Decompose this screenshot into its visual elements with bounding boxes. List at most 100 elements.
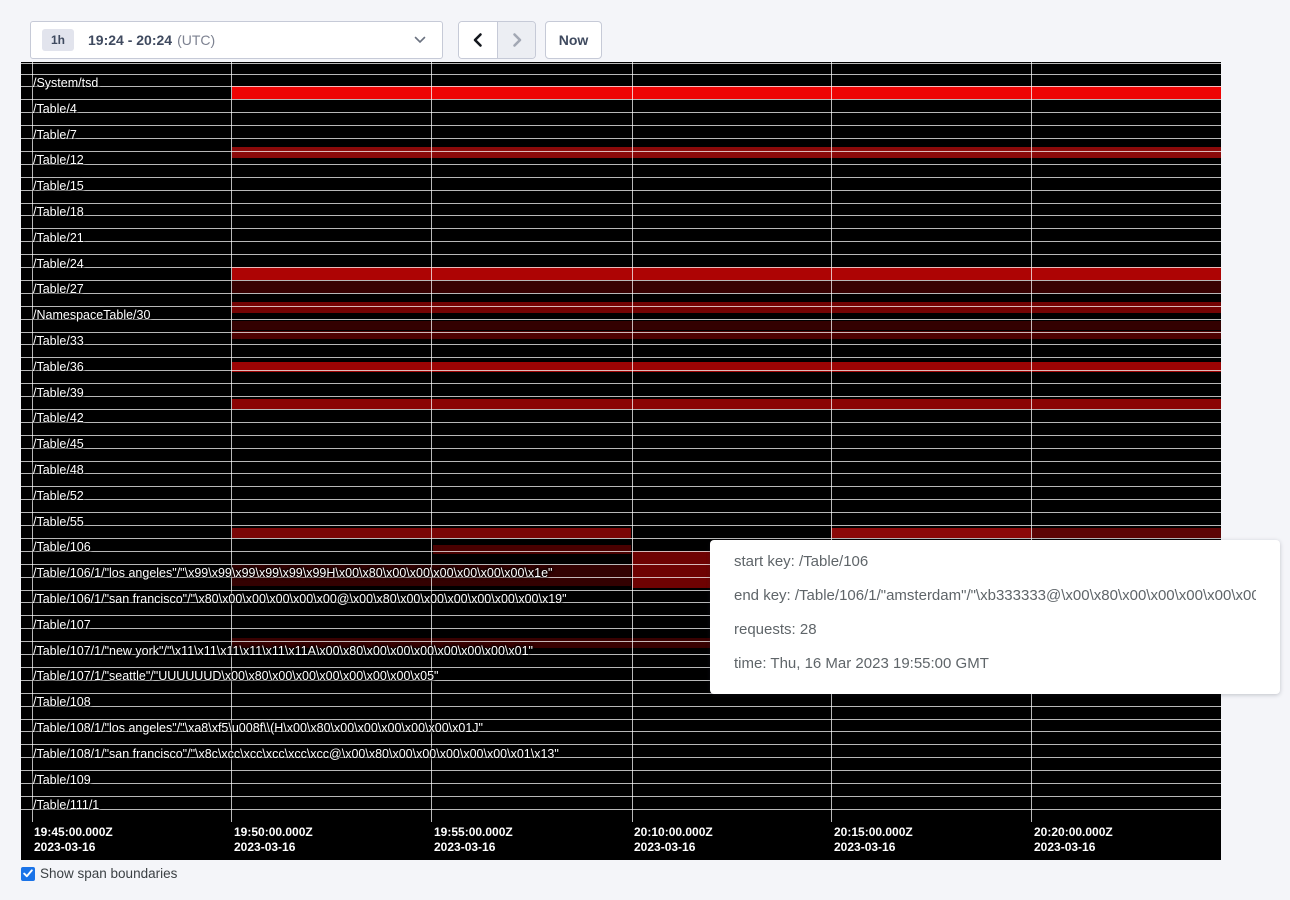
time-tick-label: 20:20:00.000Z <box>1034 825 1113 840</box>
row-label: /Table/36 <box>33 360 84 374</box>
span-boundary-line <box>21 254 1221 255</box>
row-label: /Table/27 <box>33 282 84 296</box>
span-boundary-line <box>21 512 1221 513</box>
span-boundary-line <box>21 190 1221 191</box>
time-gridline <box>231 62 232 822</box>
span-boundary-line <box>21 706 1221 707</box>
heatmap-band <box>1031 528 1221 538</box>
chevron-down-icon <box>414 36 426 44</box>
heatmap-band <box>232 267 1221 280</box>
row-label: /Table/106/1/"los angeles"/"\x99\x99\x99… <box>33 566 552 580</box>
span-boundary-line <box>21 164 1221 165</box>
span-boundary-line <box>21 332 1221 333</box>
chevron-right-icon <box>510 32 524 48</box>
time-gridline <box>632 62 633 822</box>
time-tick-date: 2023-03-16 <box>834 840 895 855</box>
span-boundary-line <box>21 319 1221 320</box>
heatmap-band <box>232 399 1221 409</box>
row-label: /Table/39 <box>33 386 84 400</box>
span-boundary-line <box>21 796 1221 797</box>
span-boundary-line <box>21 267 1221 268</box>
time-gridline <box>831 62 832 822</box>
time-tick-label: 19:45:00.000Z <box>34 825 113 840</box>
span-boundary-line <box>21 770 1221 771</box>
span-boundary-line <box>21 241 1221 242</box>
time-tick-date: 2023-03-16 <box>34 840 95 855</box>
span-boundary-line <box>21 383 1221 384</box>
row-label: /Table/24 <box>33 257 84 271</box>
row-label: /Table/33 <box>33 334 84 348</box>
span-boundary-line <box>21 151 1221 152</box>
row-label: /Table/4 <box>33 102 77 116</box>
time-tick-label: 19:50:00.000Z <box>234 825 313 840</box>
row-label: /Table/106/1/"san francisco"/"\x80\x00\x… <box>33 592 567 606</box>
row-label: /Table/108 <box>33 695 91 709</box>
row-label: /Table/107/1/"seattle"/"UUUUUUD\x00\x80\… <box>33 669 438 683</box>
span-boundary-line <box>21 280 1221 281</box>
heatmap-band <box>831 528 1031 538</box>
span-boundary-line <box>21 306 1221 307</box>
time-tick-label: 19:55:00.000Z <box>434 825 513 840</box>
row-label: /System/tsd <box>33 76 98 90</box>
span-boundary-line <box>21 538 1221 539</box>
span-boundary-line <box>21 63 1221 64</box>
time-tick-date: 2023-03-16 <box>234 840 295 855</box>
row-label: /Table/45 <box>33 437 84 451</box>
row-label: /Table/48 <box>33 463 84 477</box>
hover-tooltip: start key: /Table/106 end key: /Table/10… <box>710 540 1280 694</box>
now-button[interactable]: Now <box>545 21 602 59</box>
span-boundaries-checkbox[interactable] <box>21 867 35 881</box>
span-boundary-line <box>21 344 1221 345</box>
row-label: /Table/21 <box>33 231 84 245</box>
row-label: /Table/55 <box>33 515 84 529</box>
heatmap-band <box>433 545 631 554</box>
span-boundary-line <box>21 396 1221 397</box>
time-tick-date: 2023-03-16 <box>634 840 695 855</box>
next-button[interactable] <box>497 22 535 58</box>
time-tick-label: 20:15:00.000Z <box>834 825 913 840</box>
heatmap-band <box>232 302 1221 313</box>
time-gridline <box>1031 62 1032 822</box>
row-label: /Table/15 <box>33 179 84 193</box>
time-tick-label: 20:10:00.000Z <box>634 825 713 840</box>
row-label: /Table/107 <box>33 618 91 632</box>
span-boundary-line <box>21 203 1221 204</box>
span-boundary-line <box>21 744 1221 745</box>
time-tick-date: 2023-03-16 <box>1034 840 1095 855</box>
span-boundary-line <box>21 357 1221 358</box>
row-label: /Table/12 <box>33 153 84 167</box>
span-boundary-line <box>21 125 1221 126</box>
heatmap-band <box>232 321 1221 330</box>
heatmap-band <box>232 281 1221 293</box>
prev-button[interactable] <box>459 22 497 58</box>
span-boundary-line <box>21 138 1221 139</box>
time-range-dropdown[interactable]: 1h 19:24 - 20:24 (UTC) <box>30 21 443 59</box>
span-boundary-line <box>21 809 1221 810</box>
row-label: /Table/108/1/"los angeles"/"\xa8\xf5\u00… <box>33 721 483 735</box>
span-boundary-line <box>21 86 1221 87</box>
span-boundary-line <box>21 74 1221 75</box>
row-label: /Table/106 <box>33 540 91 554</box>
key-visualizer-canvas[interactable]: /System/tsd/Table/4/Table/7/Table/12/Tab… <box>21 62 1221 860</box>
span-boundary-line <box>21 783 1221 784</box>
row-label: /Table/109 <box>33 773 91 787</box>
span-boundary-line <box>21 448 1221 449</box>
span-boundary-line <box>21 293 1221 294</box>
time-tick-date: 2023-03-16 <box>434 840 495 855</box>
toolbar: 1h 19:24 - 20:24 (UTC) Now <box>0 0 1290 62</box>
check-icon <box>23 869 33 878</box>
span-boundary-line <box>21 461 1221 462</box>
timezone-label: (UTC) <box>177 32 215 48</box>
footer: Show span boundaries <box>21 866 177 881</box>
chevron-left-icon <box>471 32 485 48</box>
time-range-label: 19:24 - 20:24 <box>88 32 172 48</box>
span-boundary-line <box>21 99 1221 100</box>
checkbox-label: Show span boundaries <box>40 866 177 881</box>
time-pager <box>458 21 536 59</box>
row-label: /Table/18 <box>33 205 84 219</box>
span-boundary-line <box>21 112 1221 113</box>
span-boundary-line <box>21 486 1221 487</box>
span-boundary-line <box>21 228 1221 229</box>
heatmap-band <box>232 86 1221 99</box>
span-boundary-line <box>21 473 1221 474</box>
